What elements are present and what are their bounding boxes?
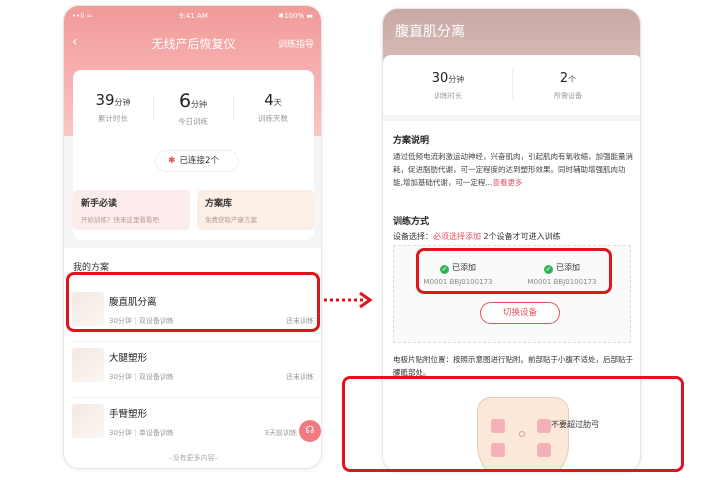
training-guide-link[interactable]: 训练指导 xyxy=(278,37,314,50)
beginner-guide-tile[interactable]: 新手必读 开始训练？快来这里看看吧 xyxy=(73,190,190,230)
stat-label: 今日训练 xyxy=(178,117,208,126)
tile-subtitle: 开始训练？快来这里看看吧 xyxy=(81,216,159,224)
headset-icon[interactable]: ☊ xyxy=(299,420,321,442)
stat-unit: 分钟 xyxy=(191,100,208,109)
device-select-hint: 设备选择：必须选择添加 2个设备才可进入训练 xyxy=(393,231,561,242)
stat-value: 39 xyxy=(95,91,115,109)
plan-item-thigh[interactable]: 大腿塑形 30分钟｜双设备训练 还未训练 xyxy=(64,342,321,398)
stat-value: 4 xyxy=(264,91,274,109)
bluetooth-icon: ✱ xyxy=(168,156,176,166)
connection-badge[interactable]: ✱ 已连接2个 xyxy=(155,150,239,172)
section-title: 方案说明 xyxy=(393,136,430,146)
plan-meta: 30分钟｜单设备训练 xyxy=(109,429,174,437)
stat-today: 6分钟 今日训练 xyxy=(153,90,233,127)
nav-bar: ‹ 无线产后恢复仪 训练指导 xyxy=(64,33,321,53)
plan-meta: 30分钟｜双设备训练 xyxy=(109,373,174,381)
stat-devices: 2个 所需设备 xyxy=(518,67,618,101)
select-suffix: 2个设备才可进入训练 xyxy=(481,232,561,241)
tile-title: 方案库 xyxy=(205,199,233,209)
stat-unit: 天 xyxy=(273,98,282,107)
stat-days: 4天 训练天数 xyxy=(233,90,313,124)
view-more-link[interactable]: 查看更多 xyxy=(493,178,523,187)
stat-duration: 30分钟 训练时长 xyxy=(398,67,498,101)
plan-state: 3天前训练 xyxy=(264,429,297,437)
highlight-box-devices xyxy=(416,248,612,294)
page-title: 腹直肌分离 xyxy=(395,24,465,40)
highlight-box-plan xyxy=(66,272,320,332)
tile-subtitle: 免费获取产康方案 xyxy=(205,216,257,224)
stat-unit: 个 xyxy=(568,75,577,84)
plan-name: 手臂塑形 xyxy=(109,409,148,420)
detail-stats-card: 30分钟 训练时长 2个 所需设备 xyxy=(383,55,640,115)
divider xyxy=(512,69,513,99)
plan-item-arm[interactable]: 手臂塑形 30分钟｜单设备训练 3天前训练 xyxy=(64,398,321,454)
stat-unit: 分钟 xyxy=(114,98,131,107)
stat-unit: 分钟 xyxy=(448,75,465,84)
plan-name: 大腿塑形 xyxy=(109,353,148,364)
stat-value: 2 xyxy=(559,71,569,86)
no-more-content: –没有更多内容– xyxy=(169,454,218,462)
stat-label: 训练时长 xyxy=(434,92,462,100)
stat-value: 6 xyxy=(178,90,192,112)
connection-label: 已连接2个 xyxy=(179,156,219,166)
stat-total-time: 39分钟 累计时长 xyxy=(73,90,153,124)
select-required: 必须选择添加 xyxy=(433,232,481,241)
switch-device-button[interactable]: 切换设备 xyxy=(480,302,560,324)
plan-description: 通过低频电流刺激运动神经，兴奋肌肉，引起肌肉有氧收缩，加强能量消耗，促进脂肪代谢… xyxy=(393,150,633,189)
stat-value: 30 xyxy=(431,71,449,86)
plan-thumbnail xyxy=(72,348,104,382)
stat-label: 所需设备 xyxy=(554,92,582,100)
stat-label: 训练天数 xyxy=(258,114,288,123)
highlight-box-diagram xyxy=(342,376,684,472)
phone-home-screen: ••ll ≈ 9:41 AM ✱100% ▬ ‹ 无线产后恢复仪 训练指导 39… xyxy=(63,5,322,469)
plan-thumbnail xyxy=(72,404,104,438)
tile-title: 新手必读 xyxy=(81,199,118,209)
plan-library-tile[interactable]: 方案库 免费获取产康方案 xyxy=(197,190,314,230)
section-title: 训练方式 xyxy=(393,217,430,227)
plan-state: 还未训练 xyxy=(286,373,314,381)
summary-card: 39分钟 累计时长 6分钟 今日训练 4天 训练天数 ✱ 已连接2个 新手必读 开… xyxy=(73,70,314,240)
battery-icon: ✱100% ▬ xyxy=(278,12,313,20)
arrow-right-icon xyxy=(324,291,373,309)
stat-label: 累计时长 xyxy=(98,114,128,123)
select-prefix: 设备选择： xyxy=(393,232,433,241)
status-bar: ••ll ≈ 9:41 AM ✱100% ▬ xyxy=(64,12,321,24)
